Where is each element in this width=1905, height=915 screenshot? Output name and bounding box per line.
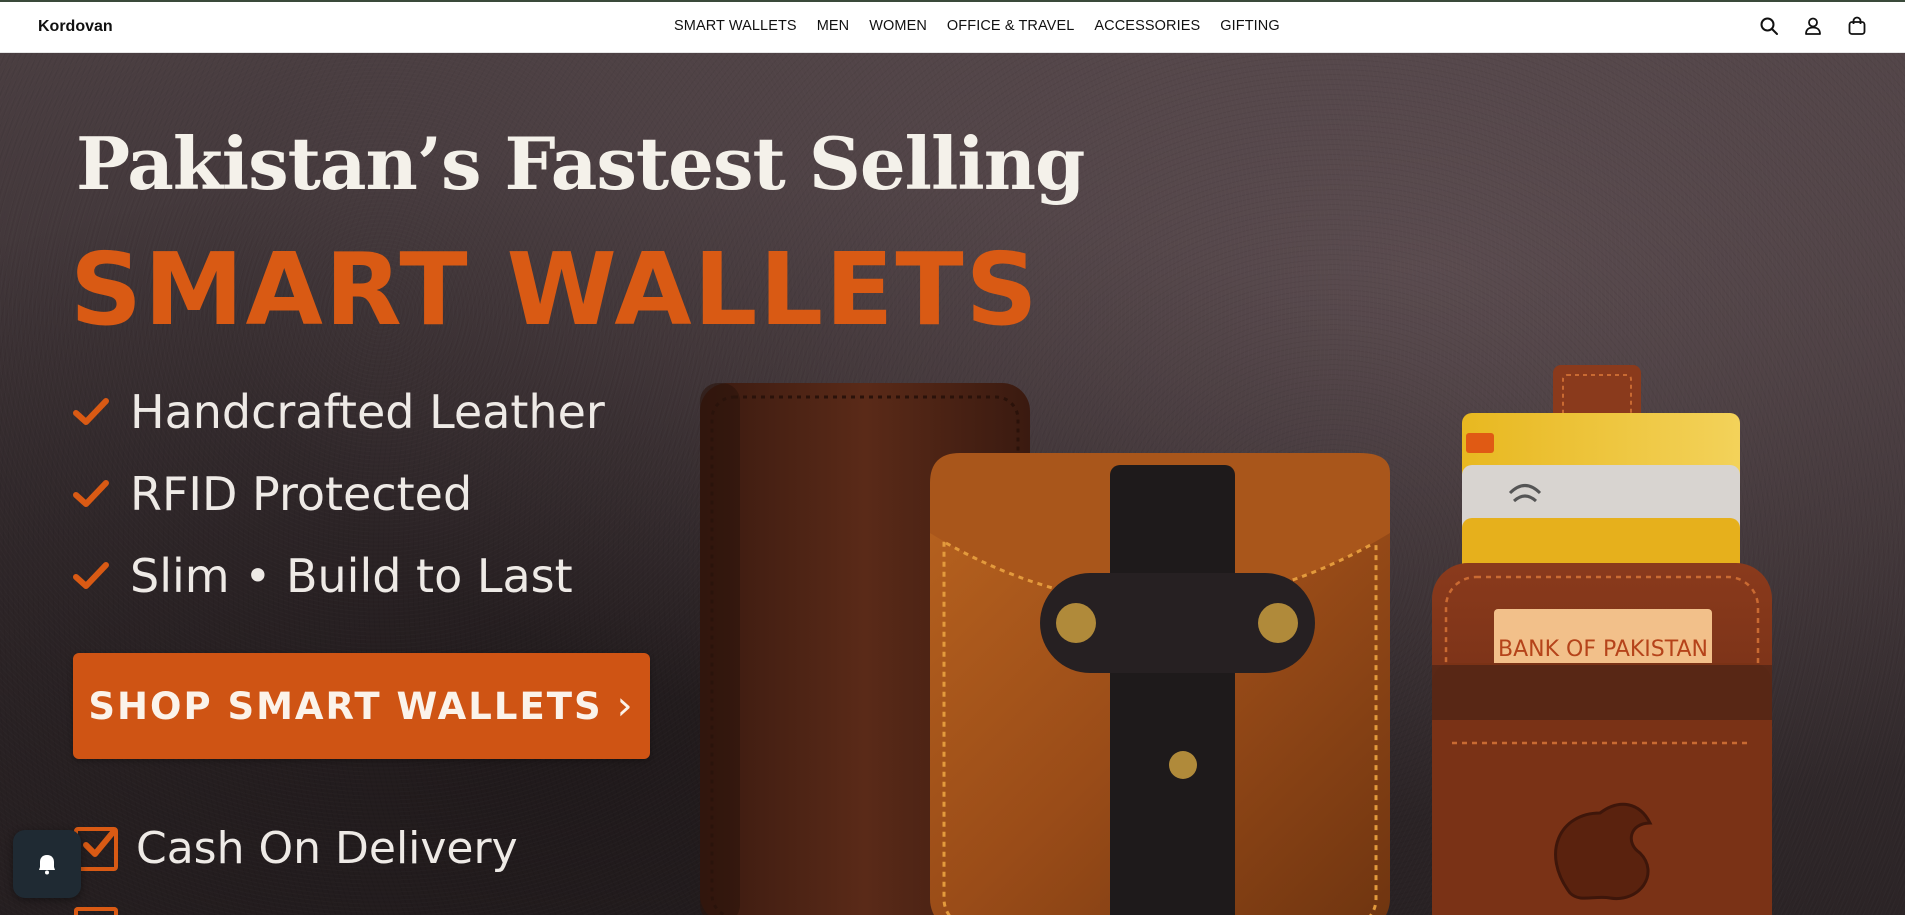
nav-item-gifting[interactable]: GIFTING: [1220, 18, 1280, 34]
nav-item-accessories[interactable]: ACCESSORIES: [1094, 18, 1200, 34]
header-actions: [1759, 16, 1867, 36]
chat-bubble-icon: [39, 855, 55, 875]
cash-on-delivery-badge: Cash On Delivery: [74, 823, 518, 874]
feature-item: Handcrafted Leather: [72, 371, 605, 453]
brand-logo[interactable]: Kordovan: [38, 18, 113, 36]
feature-item: RFID Protected: [72, 453, 605, 535]
feature-text: Slim • Build to Last: [130, 549, 573, 603]
search-icon[interactable]: [1759, 16, 1779, 36]
nav-item-office-travel[interactable]: OFFICE & TRAVEL: [947, 18, 1074, 34]
shop-smart-wallets-button[interactable]: SHOP SMART WALLETS ›: [73, 653, 650, 759]
checkmark-icon: [73, 562, 109, 589]
cart-icon[interactable]: [1847, 16, 1867, 36]
checkmark-icon: [73, 398, 109, 425]
hero-banner: BANK OF PAKISTAN Pakistan’s Fastest Sell…: [0, 53, 1905, 915]
chevron-right-icon: ›: [616, 683, 635, 729]
strap-wallet: [930, 453, 1390, 915]
chat-widget-button[interactable]: [13, 830, 81, 898]
card-holder-wallet: BANK OF PAKISTAN: [1432, 365, 1772, 915]
cta-label: SHOP SMART WALLETS: [88, 684, 603, 728]
hero-highlight: SMART WALLETS: [70, 231, 1040, 348]
account-icon[interactable]: [1803, 16, 1823, 36]
nav-item-men[interactable]: MEN: [817, 18, 850, 34]
site-header: Kordovan SMART WALLETS MEN WOMEN OFFICE …: [0, 2, 1905, 53]
nav-item-women[interactable]: WOMEN: [869, 18, 927, 34]
main-nav: SMART WALLETS MEN WOMEN OFFICE & TRAVEL …: [674, 18, 1280, 34]
feature-item: Slim • Build to Last: [72, 535, 605, 617]
checkmark-icon: [73, 480, 109, 507]
feature-text: Handcrafted Leather: [130, 385, 605, 439]
nav-item-smart-wallets[interactable]: SMART WALLETS: [674, 18, 797, 34]
bank-card-label: BANK OF PAKISTAN: [1498, 637, 1708, 662]
feature-list: Handcrafted Leather RFID Protected Slim …: [72, 371, 605, 617]
partial-checkbox-icon: [74, 907, 118, 915]
cod-text: Cash On Delivery: [136, 823, 518, 874]
feature-text: RFID Protected: [130, 467, 473, 521]
hero-headline: Pakistan’s Fastest Selling: [76, 121, 1085, 206]
